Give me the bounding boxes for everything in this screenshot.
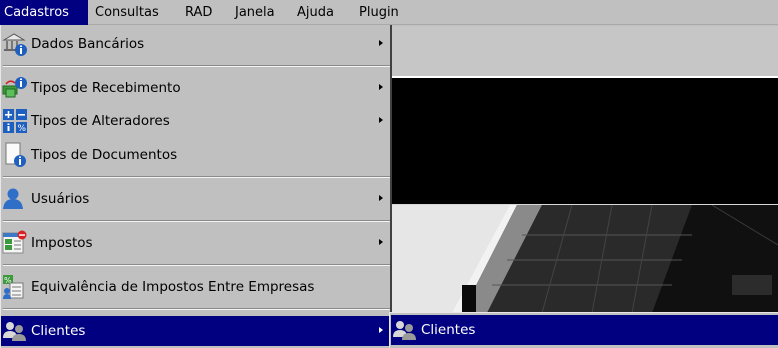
document-info-icon xyxy=(5,142,26,167)
calculator-info-icon: % xyxy=(3,109,27,134)
submenu-arrow-icon xyxy=(379,117,383,123)
clientes-submenu: Clientes xyxy=(389,312,778,348)
app-banner xyxy=(392,76,778,204)
svg-text:%: % xyxy=(18,124,27,134)
user-icon xyxy=(3,188,23,209)
menu-ajuda[interactable]: Ajuda xyxy=(297,0,334,25)
menu-plugin[interactable]: Plugin xyxy=(359,0,399,25)
clients-icon xyxy=(393,321,416,340)
menu-janela[interactable]: Janela xyxy=(235,0,275,25)
building-photo-graphic xyxy=(392,205,778,312)
tax-icon xyxy=(2,230,27,254)
menu-separator xyxy=(3,220,390,222)
menu-item-tipos-de-alteradores[interactable]: % Tipos de Alteradores xyxy=(1,106,391,136)
clients-icon xyxy=(3,322,26,341)
menu-item-label: Equivalência de Impostos Entre Empresas xyxy=(31,279,315,295)
menu-item-label: Dados Bancários xyxy=(31,36,145,52)
menu-item-tipos-de-documentos[interactable]: Tipos de Documentos xyxy=(1,140,391,170)
menu-item-label: Tipos de Recebimento xyxy=(31,80,181,96)
menu-rad[interactable]: RAD xyxy=(185,0,212,25)
menu-item-clientes[interactable]: Clientes xyxy=(1,316,391,346)
menu-item-label: Tipos de Documentos xyxy=(31,147,178,163)
menu-item-label: Impostos xyxy=(31,235,93,251)
menu-item-dados-bancarios[interactable]: Dados Bancários xyxy=(1,29,391,59)
menu-item-label: Tipos de Alteradores xyxy=(31,113,170,129)
submenu-arrow-icon xyxy=(379,40,383,46)
menu-item-tipos-de-recebimento[interactable]: Tipos de Recebimento xyxy=(1,73,391,103)
menu-item-label: Usuários xyxy=(31,191,90,207)
menu-item-label: Clientes xyxy=(421,322,476,338)
menu-item-label: Clientes xyxy=(31,323,86,339)
submenu-arrow-icon xyxy=(379,239,383,245)
menu-cadastros[interactable]: Cadastros xyxy=(0,0,88,25)
menu-item-usuarios[interactable]: Usuários xyxy=(1,184,391,214)
background-image xyxy=(392,204,778,312)
tax-equivalence-icon: % xyxy=(3,275,24,299)
submenu-arrow-icon xyxy=(379,195,383,201)
menu-separator xyxy=(3,65,390,67)
cadastros-dropdown: Dados Bancários Tipos de Recebimento % T… xyxy=(0,25,392,348)
menu-consultas[interactable]: Consultas xyxy=(95,0,159,25)
menu-item-equivalencia-de-impostos[interactable]: % Equivalência de Impostos Entre Empresa… xyxy=(1,272,391,302)
submenu-arrow-icon xyxy=(379,84,383,90)
menu-item-impostos[interactable]: Impostos xyxy=(1,228,391,258)
money-info-icon xyxy=(2,77,27,98)
submenu-item-clientes[interactable]: Clientes xyxy=(391,315,778,345)
app-toolbar-area xyxy=(392,26,778,76)
bank-info-icon xyxy=(2,33,27,56)
menu-separator xyxy=(3,264,390,266)
menu-separator xyxy=(3,176,390,178)
submenu-arrow-icon xyxy=(379,327,383,333)
menubar: Cadastros Consultas RAD Janela Ajuda Plu… xyxy=(0,0,778,25)
menu-separator xyxy=(3,308,390,310)
